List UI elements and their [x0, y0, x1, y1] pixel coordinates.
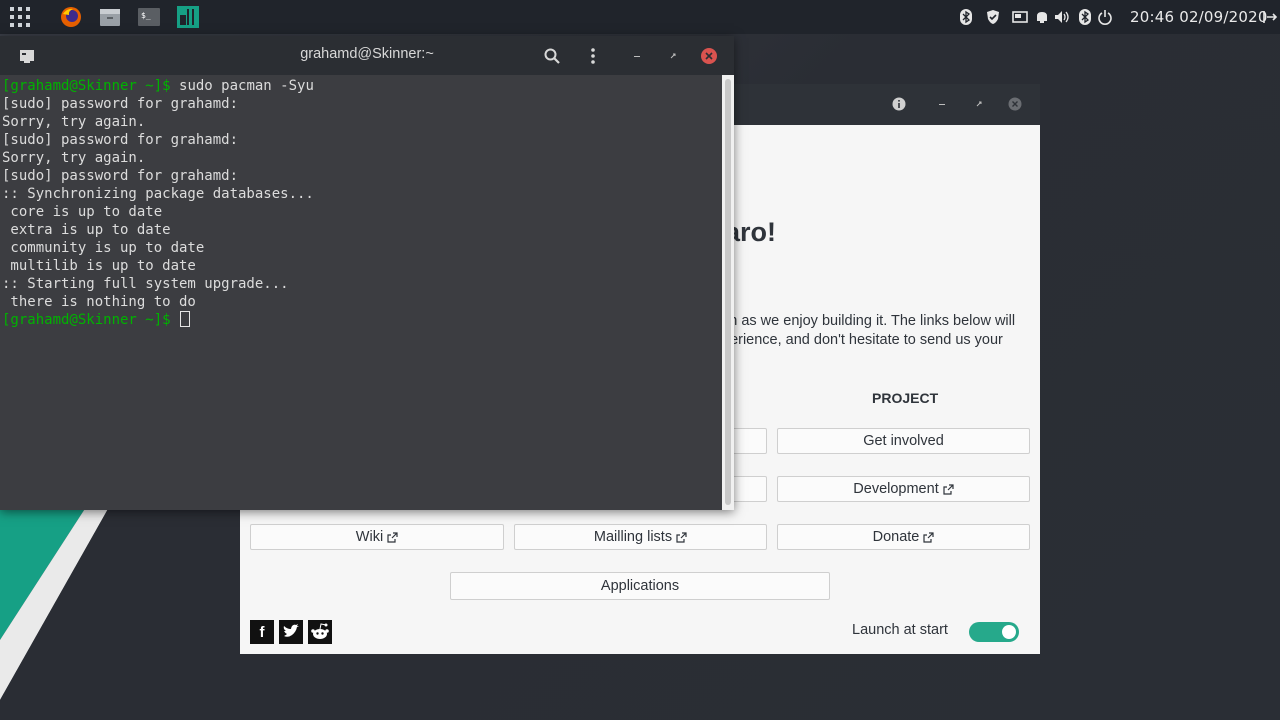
get-involved-button[interactable]: Get involved — [777, 428, 1030, 454]
close-icon[interactable] — [1008, 97, 1022, 111]
terminal-line: [grahamd@Skinner ~]$ — [2, 311, 314, 329]
applications-button[interactable]: Applications — [450, 572, 830, 600]
terminal-icon[interactable]: $_ — [137, 5, 161, 29]
clock[interactable]: 20:46 02/09/2020 — [1130, 8, 1268, 26]
external-link-icon — [387, 531, 398, 543]
applications-label: Applications — [600, 578, 680, 594]
welcome-paragraph: ch as we enjoy building it. The links be… — [722, 312, 1030, 350]
launch-at-start-toggle[interactable] — [969, 622, 1019, 642]
scrollbar-thumb[interactable] — [725, 79, 731, 505]
donate-button[interactable]: Donate — [777, 524, 1030, 550]
development-button[interactable]: Development — [777, 476, 1030, 502]
manjaro-icon[interactable] — [176, 5, 200, 29]
shield-icon[interactable] — [985, 9, 1001, 25]
power-icon[interactable] — [1097, 9, 1113, 25]
wiki-button[interactable]: Wiki — [250, 524, 504, 550]
donate-label: Donate — [872, 529, 920, 545]
terminal-text: :: Starting full system upgrade... — [2, 276, 289, 292]
terminal-title: grahamd@Skinner:~ — [300, 46, 434, 62]
minimize-icon[interactable] — [628, 47, 646, 65]
external-link-icon — [943, 483, 954, 495]
external-link-icon — [923, 531, 934, 543]
terminal-text: multilib is up to date — [2, 258, 196, 274]
terminal-line: community is up to date — [2, 239, 314, 257]
terminal-text: sudo pacman -Syu — [179, 78, 314, 94]
terminal-text: [sudo] password for grahamd: — [2, 132, 239, 148]
terminal-line: Sorry, try again. — [2, 113, 314, 131]
terminal-line: [sudo] password for grahamd: — [2, 131, 314, 149]
shell-prompt: [grahamd@Skinner ~]$ — [2, 78, 180, 94]
terminal-window: grahamd@Skinner:~ [grahamd@Skinner ~]$ s… — [0, 36, 734, 510]
terminal-line: [sudo] password for grahamd: — [2, 167, 314, 185]
maximize-icon[interactable] — [972, 97, 986, 111]
get-involved-label: Get involved — [863, 433, 944, 449]
terminal-text: Sorry, try again. — [2, 114, 146, 130]
support-button-partial[interactable] — [730, 476, 767, 502]
project-column-heading: PROJECT — [872, 390, 939, 406]
toggle-knob — [1002, 625, 1016, 639]
bluetooth-icon[interactable] — [958, 9, 974, 25]
welcome-paragraph-line: perience, and don't hesitate to send us … — [722, 332, 1003, 348]
minimize-icon[interactable] — [935, 97, 949, 111]
terminal-line: [sudo] password for grahamd: — [2, 95, 314, 113]
terminal-line: :: Synchronizing package databases... — [2, 185, 314, 203]
notifications-icon[interactable] — [1034, 9, 1050, 25]
apps-grid-icon[interactable] — [10, 7, 30, 27]
close-icon[interactable] — [700, 47, 718, 65]
search-icon[interactable] — [543, 47, 561, 65]
text-cursor — [180, 311, 191, 327]
reddit-icon[interactable] — [308, 620, 332, 644]
logout-icon[interactable] — [1262, 9, 1278, 25]
wiki-label: Wiki — [355, 529, 384, 545]
terminal-header: grahamd@Skinner:~ — [0, 36, 734, 75]
terminal-output[interactable]: [grahamd@Skinner ~]$ sudo pacman -Syu [su… — [0, 75, 722, 510]
terminal-text: core is up to date — [2, 204, 163, 220]
terminal-text: Sorry, try again. — [2, 150, 146, 166]
display-icon[interactable] — [1012, 9, 1028, 25]
terminal-line: there is nothing to do — [2, 293, 314, 311]
welcome-paragraph-line: ch as we enjoy building it. The links be… — [722, 313, 1016, 329]
maximize-icon[interactable] — [664, 47, 682, 65]
shell-prompt: [grahamd@Skinner ~]$ — [2, 312, 180, 328]
info-icon[interactable] — [892, 97, 906, 111]
top-panel: $_ 20:46 02/09/2020 — [0, 0, 1280, 34]
terminal-line: Sorry, try again. — [2, 149, 314, 167]
external-link-icon — [676, 531, 687, 543]
terminal-scrollbar[interactable] — [722, 75, 734, 510]
volume-icon[interactable] — [1054, 9, 1070, 25]
terminal-text: [sudo] password for grahamd: — [2, 96, 239, 112]
terminal-text: there is nothing to do — [2, 294, 196, 310]
terminal-line: core is up to date — [2, 203, 314, 221]
terminal-line: extra is up to date — [2, 221, 314, 239]
launch-at-start-label: Launch at start — [852, 622, 948, 638]
firefox-icon[interactable] — [59, 5, 83, 29]
mailing-lists-button[interactable]: Mailling lists — [514, 524, 767, 550]
terminal-text: community is up to date — [2, 240, 205, 256]
terminal-text: [sudo] password for grahamd: — [2, 168, 239, 184]
menu-kebab-icon[interactable] — [584, 47, 602, 65]
svg-text:$_: $_ — [141, 11, 151, 20]
terminal-text: :: Synchronizing package databases... — [2, 186, 314, 202]
bluetooth-icon-2[interactable] — [1077, 9, 1093, 25]
mailing-lists-label: Mailling lists — [593, 529, 673, 545]
terminal-line: [grahamd@Skinner ~]$ sudo pacman -Syu — [2, 77, 314, 95]
facebook-icon[interactable]: f — [250, 620, 274, 644]
twitter-icon[interactable] — [279, 620, 303, 644]
terminal-line: :: Starting full system upgrade... — [2, 275, 314, 293]
terminal-text: extra is up to date — [2, 222, 171, 238]
file-manager-icon[interactable] — [98, 5, 122, 29]
terminal-lines: [grahamd@Skinner ~]$ sudo pacman -Syu [su… — [2, 77, 314, 329]
documentation-button-partial[interactable] — [730, 428, 767, 454]
terminal-line: multilib is up to date — [2, 257, 314, 275]
development-label: Development — [853, 481, 939, 497]
